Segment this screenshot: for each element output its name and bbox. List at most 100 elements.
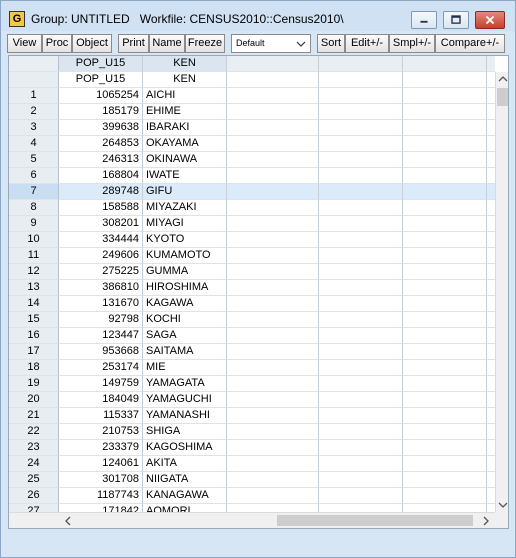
empty-cell[interactable] xyxy=(487,248,495,264)
pop-u15-cell[interactable]: 158588 xyxy=(59,200,143,216)
table-row[interactable]: 8 158588 MIYAZAKI xyxy=(9,200,495,216)
table-row[interactable]: 25 301708 NIIGATA xyxy=(9,472,495,488)
pop-u15-cell[interactable]: 249606 xyxy=(59,248,143,264)
empty-cell[interactable] xyxy=(319,216,403,232)
empty-cell[interactable] xyxy=(487,440,495,456)
empty-cell[interactable] xyxy=(487,168,495,184)
table-row[interactable]: 9 308201 MIYAGI xyxy=(9,216,495,232)
pop-u15-cell[interactable]: 115337 xyxy=(59,408,143,424)
empty-cell[interactable] xyxy=(403,120,487,136)
empty-cell[interactable] xyxy=(403,216,487,232)
ken-cell[interactable]: OKAYAMA xyxy=(143,136,227,152)
empty-cell[interactable] xyxy=(487,216,495,232)
table-row[interactable]: 17 953668 SAITAMA xyxy=(9,344,495,360)
pop-u15-cell[interactable]: 92798 xyxy=(59,312,143,328)
empty-cell[interactable] xyxy=(319,376,403,392)
ken-cell[interactable]: OKINAWA xyxy=(143,152,227,168)
empty-cell[interactable] xyxy=(227,296,319,312)
empty-cell[interactable] xyxy=(487,184,495,200)
ken-cell[interactable]: SHIGA xyxy=(143,424,227,440)
table-row[interactable]: 14 131670 KAGAWA xyxy=(9,296,495,312)
empty-cell[interactable] xyxy=(319,360,403,376)
ken-cell[interactable]: MIYAZAKI xyxy=(143,200,227,216)
pop-u15-cell[interactable]: 246313 xyxy=(59,152,143,168)
empty-cell[interactable] xyxy=(227,184,319,200)
table-row[interactable]: 1 1065254 AICHI xyxy=(9,88,495,104)
empty-cell[interactable] xyxy=(319,408,403,424)
empty-cell[interactable] xyxy=(487,488,495,504)
scroll-down-icon[interactable] xyxy=(496,498,509,512)
table-row[interactable]: 16 123447 SAGA xyxy=(9,328,495,344)
ken-cell[interactable]: HIROSHIMA xyxy=(143,280,227,296)
empty-cell[interactable] xyxy=(319,248,403,264)
horizontal-scrollbar[interactable] xyxy=(59,512,495,528)
empty-cell[interactable] xyxy=(403,408,487,424)
table-row[interactable]: 11 249606 KUMAMOTO xyxy=(9,248,495,264)
view-button[interactable]: View xyxy=(7,34,42,53)
empty-cell[interactable] xyxy=(227,440,319,456)
edit-toggle-button[interactable]: Edit+/- xyxy=(345,34,389,53)
empty-cell[interactable] xyxy=(487,88,495,104)
empty-cell[interactable] xyxy=(227,120,319,136)
horizontal-scroll-thumb[interactable] xyxy=(277,515,473,526)
empty-cell[interactable] xyxy=(403,296,487,312)
empty-column-header[interactable] xyxy=(227,56,319,72)
pop-u15-cell[interactable]: 185179 xyxy=(59,104,143,120)
empty-cell[interactable] xyxy=(487,152,495,168)
table-row[interactable]: 21 115337 YAMANASHI xyxy=(9,408,495,424)
ken-cell[interactable]: MIYAGI xyxy=(143,216,227,232)
empty-cell[interactable] xyxy=(403,472,487,488)
empty-cell[interactable] xyxy=(319,168,403,184)
empty-cell[interactable] xyxy=(319,296,403,312)
empty-cell[interactable] xyxy=(403,152,487,168)
empty-cell[interactable] xyxy=(403,264,487,280)
empty-cell[interactable] xyxy=(227,168,319,184)
empty-cell[interactable] xyxy=(227,344,319,360)
ken-cell[interactable]: SAGA xyxy=(143,328,227,344)
empty-cell[interactable] xyxy=(319,280,403,296)
empty-cell[interactable] xyxy=(403,280,487,296)
ken-cell[interactable]: IWATE xyxy=(143,168,227,184)
empty-column-header[interactable] xyxy=(403,56,487,72)
empty-cell[interactable] xyxy=(227,360,319,376)
empty-cell[interactable] xyxy=(403,200,487,216)
table-row[interactable]: 12 275225 GUMMA xyxy=(9,264,495,280)
empty-cell[interactable] xyxy=(403,136,487,152)
empty-cell[interactable] xyxy=(487,344,495,360)
empty-cell[interactable] xyxy=(227,200,319,216)
ken-cell[interactable]: EHIME xyxy=(143,104,227,120)
empty-cell[interactable] xyxy=(227,232,319,248)
column-header-ken[interactable]: KEN xyxy=(143,56,227,72)
empty-cell[interactable] xyxy=(319,488,403,504)
empty-cell[interactable] xyxy=(227,408,319,424)
empty-cell[interactable] xyxy=(487,328,495,344)
vertical-scroll-thumb[interactable] xyxy=(497,88,508,106)
pop-u15-cell[interactable]: 253174 xyxy=(59,360,143,376)
pop-u15-cell[interactable]: 399638 xyxy=(59,120,143,136)
empty-cell[interactable] xyxy=(487,472,495,488)
table-row[interactable]: 20 184049 YAMAGUCHI xyxy=(9,392,495,408)
empty-cell[interactable] xyxy=(227,456,319,472)
empty-cell[interactable] xyxy=(227,216,319,232)
empty-cell[interactable] xyxy=(403,488,487,504)
proc-button[interactable]: Proc xyxy=(42,34,72,53)
empty-cell[interactable] xyxy=(487,296,495,312)
pop-u15-cell[interactable]: 386810 xyxy=(59,280,143,296)
empty-cell[interactable] xyxy=(403,424,487,440)
empty-cell[interactable] xyxy=(487,264,495,280)
empty-cell[interactable] xyxy=(403,344,487,360)
empty-cell[interactable] xyxy=(319,184,403,200)
pop-u15-cell[interactable]: 184049 xyxy=(59,392,143,408)
pop-u15-cell[interactable]: 124061 xyxy=(59,456,143,472)
scroll-up-icon[interactable] xyxy=(496,72,509,86)
empty-cell[interactable] xyxy=(319,136,403,152)
ken-cell[interactable]: KAGAWA xyxy=(143,296,227,312)
pop-u15-cell[interactable]: 123447 xyxy=(59,328,143,344)
empty-cell[interactable] xyxy=(487,200,495,216)
pop-u15-cell[interactable]: 149759 xyxy=(59,376,143,392)
empty-cell[interactable] xyxy=(403,104,487,120)
empty-cell[interactable] xyxy=(227,72,319,88)
ken-cell[interactable]: MIE xyxy=(143,360,227,376)
table-row[interactable]: 2 185179 EHIME xyxy=(9,104,495,120)
empty-cell[interactable] xyxy=(487,136,495,152)
